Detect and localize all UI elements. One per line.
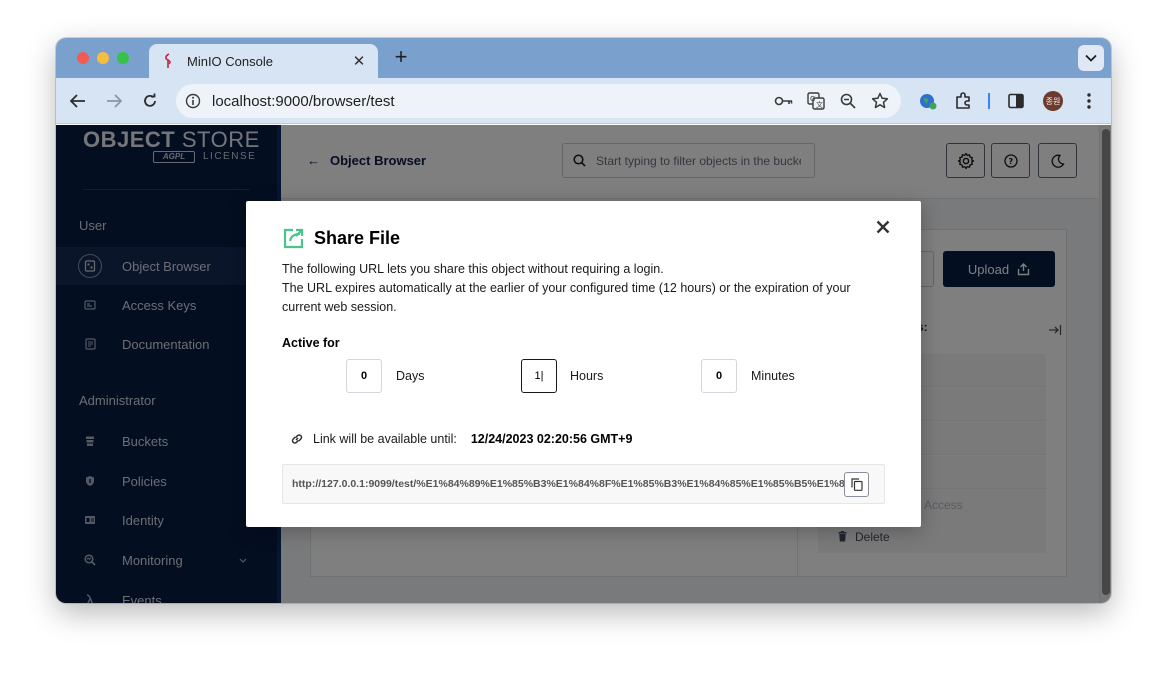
tab-close-icon[interactable]: ✕ — [350, 52, 368, 70]
dialog-title-text: Share File — [314, 227, 401, 248]
close-window-button[interactable] — [77, 52, 89, 64]
link-icon — [291, 434, 303, 444]
hours-input[interactable]: 1| — [521, 359, 557, 393]
zoom-icon[interactable] — [837, 90, 859, 112]
days-label: Days — [396, 369, 425, 383]
toolbar-separator — [988, 93, 990, 109]
close-icon[interactable] — [872, 216, 894, 238]
back-arrow-icon[interactable] — [66, 89, 90, 113]
bookmark-star-icon[interactable] — [869, 90, 891, 112]
new-tab-button[interactable]: + — [389, 46, 413, 70]
share-link-text[interactable]: http://127.0.0.1:9099/test/%E1%84%89%E1%… — [292, 478, 844, 490]
svg-text:G: G — [810, 95, 815, 103]
svg-text:文: 文 — [816, 100, 823, 109]
share-link-field[interactable]: http://127.0.0.1:9099/test/%E1%84%89%E1%… — [282, 464, 885, 504]
tab-search-chevron-icon[interactable] — [1078, 45, 1104, 71]
dialog-title: Share File — [282, 226, 400, 250]
reload-icon[interactable] — [138, 89, 162, 113]
minimize-window-button[interactable] — [97, 52, 109, 64]
extensions-puzzle-icon[interactable] — [951, 89, 975, 113]
description-line-2: The URL expires automatically at the ear… — [282, 281, 851, 314]
description-line-1: The following URL lets you share this ob… — [282, 262, 664, 276]
extension-globe-icon[interactable] — [916, 89, 940, 113]
availability-row: Link will be available until: 12/24/2023… — [290, 432, 632, 446]
active-for-label: Active for — [282, 336, 340, 350]
minutes-input[interactable]: 0 — [701, 359, 737, 393]
availability-date: 12/24/2023 02:20:56 GMT+9 — [470, 432, 633, 446]
browser-tab[interactable]: MinIO Console ✕ — [149, 44, 378, 78]
tab-strip: MinIO Console ✕ + — [56, 38, 1111, 78]
password-key-icon[interactable] — [773, 90, 795, 112]
url-text[interactable]: localhost:9000/browser/test — [212, 93, 773, 110]
hours-label: Hours — [570, 369, 604, 383]
browser-window: MinIO Console ✕ + localhost:9000/browser… — [56, 38, 1111, 603]
copy-link-button[interactable] — [844, 472, 869, 497]
profile-avatar[interactable]: 종원 — [1043, 91, 1063, 111]
minutes-label: Minutes — [751, 369, 795, 383]
minio-favicon-icon — [159, 52, 177, 70]
maximize-window-button[interactable] — [117, 52, 129, 64]
translate-icon[interactable]: 文G — [805, 90, 827, 112]
copy-icon — [850, 478, 863, 491]
browser-menu-icon[interactable] — [1077, 89, 1101, 113]
site-info-icon[interactable] — [182, 90, 204, 112]
availability-label: Link will be available until: — [313, 432, 457, 446]
dialog-description: The following URL lets you share this ob… — [282, 260, 882, 317]
share-file-dialog: Share File The following URL lets you sh… — [246, 201, 921, 527]
tab-title: MinIO Console — [187, 53, 273, 69]
share-icon — [283, 228, 304, 249]
address-bar[interactable]: localhost:9000/browser/test 文G — [176, 84, 901, 118]
days-input[interactable]: 0 — [346, 359, 382, 393]
browser-toolbar: localhost:9000/browser/test 文G 종원 — [56, 78, 1111, 124]
forward-arrow-icon[interactable] — [102, 89, 126, 113]
side-panel-icon[interactable] — [1004, 89, 1028, 113]
